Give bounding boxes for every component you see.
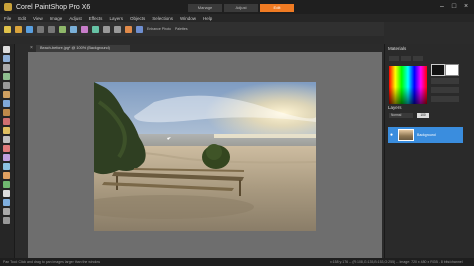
menu-file[interactable]: File	[4, 16, 11, 21]
foreground-swatch[interactable]	[431, 64, 445, 76]
new-icon[interactable]	[4, 25, 11, 33]
straighten-icon[interactable]	[81, 25, 88, 33]
text-tool-icon[interactable]	[3, 190, 10, 197]
red-eye-icon[interactable]	[3, 118, 10, 125]
makeover-icon[interactable]	[3, 127, 10, 134]
menu-image[interactable]: Image	[50, 16, 63, 21]
open-icon[interactable]	[15, 25, 22, 33]
layers-title: Layers	[388, 105, 402, 110]
undo-icon[interactable]	[37, 25, 44, 33]
app-logo-icon	[4, 3, 12, 11]
document-tab[interactable]: Beach-before.jpg* @ 100% (Background)	[36, 45, 130, 52]
save-icon[interactable]	[26, 25, 33, 33]
crop-icon[interactable]	[59, 25, 66, 33]
menu-help[interactable]: Help	[203, 16, 212, 21]
freehand-selection-icon[interactable]	[3, 82, 10, 89]
menu-window[interactable]: Window	[180, 16, 196, 21]
materials-tabs	[389, 56, 474, 61]
smudge-icon[interactable]	[3, 163, 10, 170]
clone-brush-icon[interactable]	[3, 136, 10, 143]
tools-palette	[0, 44, 15, 258]
lighten-darken-icon[interactable]	[3, 172, 10, 179]
layer-thumbnail	[398, 129, 414, 141]
enhance-photo-dropdown[interactable]: Enhance Photo	[147, 27, 171, 31]
material-property-2[interactable]	[431, 87, 459, 93]
material-property-1[interactable]	[431, 78, 459, 84]
menu-edit[interactable]: Edit	[18, 16, 26, 21]
crop-tool-icon[interactable]	[3, 109, 10, 116]
opacity-field[interactable]: 100	[417, 113, 429, 118]
close-document-icon[interactable]: ×	[28, 45, 35, 52]
color-picker[interactable]	[389, 66, 427, 104]
app-title: Corel PaintShop Pro X6	[16, 3, 91, 11]
visibility-eye-icon[interactable]: ●	[390, 132, 395, 138]
window-controls: – □ ×	[434, 3, 470, 11]
tab-manage[interactable]: Manage	[188, 4, 222, 12]
layers-icon[interactable]	[136, 25, 143, 33]
close-icon[interactable]: ×	[462, 3, 470, 11]
beach-photo[interactable]	[94, 82, 316, 231]
beach-photo-image	[94, 82, 316, 231]
tab-edit[interactable]: Edit	[260, 4, 294, 12]
menu-view[interactable]: View	[33, 16, 43, 21]
zoom-tool-icon[interactable]	[3, 55, 10, 62]
menu-bar: File Edit View Image Adjust Effects Laye…	[0, 14, 474, 22]
title-bar: Corel PaintShop Pro X6 Manage Adjust Edi…	[0, 0, 474, 14]
right-palettes: Materials Layers Normal 100 ● Background	[384, 44, 474, 258]
menu-adjust[interactable]: Adjust	[69, 16, 82, 21]
status-bar: Pan Tool: Click and drag to pan images l…	[0, 258, 474, 266]
fit-icon[interactable]	[114, 25, 121, 33]
palettes-dropdown[interactable]: Palettes	[175, 27, 188, 31]
flood-fill-icon[interactable]	[3, 181, 10, 188]
tab-frame[interactable]	[389, 56, 399, 61]
magic-wand-icon[interactable]	[3, 91, 10, 98]
layer-options: Normal 100	[389, 113, 429, 118]
mode-tabs: Manage Adjust Edit	[188, 4, 296, 12]
minimize-icon[interactable]: –	[438, 3, 446, 11]
selection-tool-icon[interactable]	[3, 73, 10, 80]
blend-mode-select[interactable]: Normal	[389, 113, 413, 118]
menu-layers[interactable]: Layers	[109, 16, 123, 21]
pan-tool-icon[interactable]	[3, 46, 10, 53]
background-swatch[interactable]	[445, 64, 459, 76]
status-info: x:158 y:176 -- (R:108,G:135,B:153,O:255)…	[330, 260, 463, 264]
paint-brush-icon[interactable]	[3, 145, 10, 152]
color-balance-icon[interactable]	[92, 25, 99, 33]
preset-shape-icon[interactable]	[3, 199, 10, 206]
standard-toolbar: Enhance Photo Palettes	[0, 22, 384, 36]
resize-icon[interactable]	[70, 25, 77, 33]
deform-tool-icon[interactable]	[3, 64, 10, 71]
dropper-icon[interactable]	[3, 100, 10, 107]
layer-name: Background	[417, 133, 436, 137]
eraser-icon[interactable]	[3, 154, 10, 161]
menu-objects[interactable]: Objects	[130, 16, 145, 21]
redo-icon[interactable]	[48, 25, 55, 33]
share-icon[interactable]	[125, 25, 132, 33]
tool-options-bar	[0, 36, 384, 44]
tab-adjust[interactable]: Adjust	[224, 4, 258, 12]
tab-rainbow[interactable]	[401, 56, 411, 61]
zoom-icon[interactable]	[103, 25, 110, 33]
tab-swatches[interactable]	[413, 56, 423, 61]
menu-effects[interactable]: Effects	[89, 16, 103, 21]
materials-title: Materials	[388, 46, 407, 51]
warp-brush-icon[interactable]	[3, 217, 10, 224]
menu-selections[interactable]: Selections	[152, 16, 173, 21]
status-hint: Pan Tool: Click and drag to pan images l…	[3, 260, 101, 264]
layer-row[interactable]: ● Background	[388, 127, 463, 143]
pen-tool-icon[interactable]	[3, 208, 10, 215]
material-property-3[interactable]	[431, 96, 459, 102]
maximize-icon[interactable]: □	[450, 3, 458, 11]
